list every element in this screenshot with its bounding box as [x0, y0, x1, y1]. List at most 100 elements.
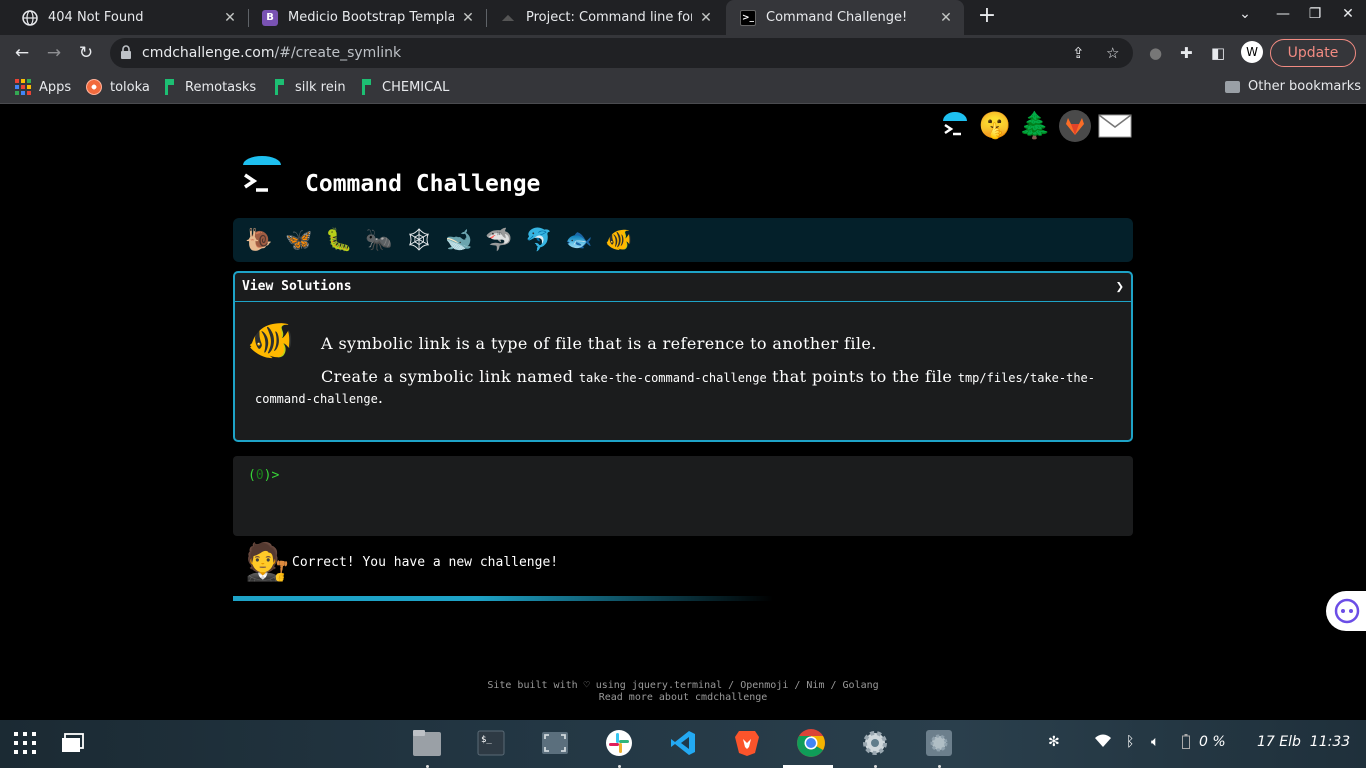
- butterfly-icon[interactable]: 🦋: [279, 224, 319, 256]
- bookmark-apps[interactable]: Apps: [15, 79, 71, 95]
- snail-icon[interactable]: 🐌: [239, 224, 279, 256]
- tab-project[interactable]: ◢◣ Project: Command line for th ✕: [486, 0, 724, 35]
- bookmark-label: silk rein: [295, 79, 346, 95]
- tab-search-icon[interactable]: ⌄: [1235, 6, 1255, 22]
- screenshot-icon[interactable]: [540, 728, 570, 758]
- shushing-face-icon[interactable]: 🤫: [975, 108, 1015, 144]
- volume-icon[interactable]: 🔈︎: [1151, 734, 1159, 750]
- challenge-description: A symbolic link is a type of file that i…: [255, 334, 1115, 422]
- challenge-panel: View Solutions ❯ 🐠 A symbolic link is a …: [233, 271, 1133, 442]
- assistant-widget-icon[interactable]: [1326, 591, 1366, 631]
- browser-toolbar: ← → ↻ cmdchallenge.com/#/create_symlink …: [0, 35, 1366, 71]
- prompt-exit-code: 0: [255, 468, 264, 483]
- svg-text:$_: $_: [481, 735, 492, 745]
- workspaces-icon[interactable]: [58, 728, 88, 758]
- prompt-text: )>: [263, 468, 280, 483]
- text-segment: .: [377, 388, 384, 407]
- url-text[interactable]: cmdchallenge.com/#/create_symlink: [142, 45, 401, 61]
- tab-medicio[interactable]: B Medicio Bootstrap Template ✕: [248, 0, 486, 35]
- mail-icon[interactable]: [1095, 108, 1135, 144]
- spider-web-icon[interactable]: 🕸: [399, 224, 439, 256]
- brave-icon[interactable]: [732, 728, 762, 758]
- lock-icon[interactable]: [120, 45, 134, 61]
- profile-avatar[interactable]: W: [1241, 41, 1263, 63]
- challenge-line-2: Create a symbolic link named take-the-co…: [255, 367, 1115, 409]
- view-solutions-toggle[interactable]: View Solutions ❯: [235, 273, 1131, 302]
- fish-icon[interactable]: 🐟: [559, 224, 599, 256]
- terminal-icon[interactable]: [935, 108, 975, 144]
- bluetooth-icon[interactable]: ᛒ: [1126, 734, 1134, 750]
- puzzle-icon[interactable]: ✚: [1180, 44, 1193, 62]
- terminal-app-icon[interactable]: $_: [476, 728, 506, 758]
- terminal-icon: >_: [740, 9, 756, 26]
- minimize-button[interactable]: —: [1273, 6, 1293, 22]
- result-message: Correct! You have a new challenge!: [292, 554, 559, 570]
- toloka-icon: [86, 79, 102, 95]
- app-grid-icon[interactable]: [10, 728, 40, 758]
- dolphin-icon[interactable]: 🐬: [519, 224, 559, 256]
- slack-tray-icon[interactable]: ✻: [1048, 734, 1060, 750]
- tab-404[interactable]: 404 Not Found ✕: [8, 0, 248, 35]
- new-tab-button[interactable]: +: [975, 4, 999, 30]
- bookmark-toloka[interactable]: toloka: [86, 79, 150, 95]
- star-icon[interactable]: ☆: [1106, 44, 1119, 62]
- site-logo-icon: [240, 155, 285, 200]
- system-settings-icon[interactable]: [924, 728, 954, 758]
- files-icon[interactable]: [412, 728, 442, 758]
- side-panel-icon[interactable]: ◧: [1211, 44, 1225, 62]
- extension-icon[interactable]: ●: [1149, 44, 1162, 62]
- battery-icon[interactable]: [1182, 734, 1190, 753]
- link-name-code: take-the-command-challenge: [578, 371, 767, 385]
- url-path: /#/create_symlink: [274, 45, 402, 61]
- other-bookmarks-label: Other bookmarks: [1248, 79, 1362, 94]
- bookmark-silk-rein[interactable]: silk rein: [275, 79, 346, 95]
- tree-icon[interactable]: 🌲: [1015, 108, 1055, 144]
- close-icon[interactable]: ✕: [222, 10, 238, 26]
- close-icon[interactable]: ✕: [698, 10, 714, 26]
- read-more-link[interactable]: Read more about cmdchallenge: [0, 692, 1366, 704]
- page-content: 🤫 🌲 Command Challenge 🐌 🦋 🐛 🐜 🕸 🐋 🦈 🐬 🐟 …: [0, 105, 1366, 720]
- caterpillar-icon[interactable]: 🐛: [319, 224, 359, 256]
- address-bar[interactable]: cmdchallenge.com/#/create_symlink ⇪ ☆: [110, 38, 1133, 68]
- share-icon[interactable]: ⇪: [1072, 44, 1085, 62]
- tab-title: 404 Not Found: [48, 10, 144, 25]
- tab-title: Project: Command line for th: [526, 10, 692, 25]
- footer: Site built with ♡ using jquery.terminal …: [0, 680, 1366, 704]
- bookmark-chemical[interactable]: CHEMICAL: [362, 79, 449, 95]
- gitlab-icon[interactable]: [1055, 108, 1095, 144]
- close-icon[interactable]: ✕: [938, 10, 954, 26]
- reload-button[interactable]: ↻: [75, 42, 97, 64]
- tab-command-challenge[interactable]: >_ Command Challenge! ✕: [726, 0, 964, 35]
- clock[interactable]: 17 Elb 11:33: [1257, 734, 1350, 750]
- result-area: 🧑‍⚖️ Correct! You have a new challenge!: [245, 541, 558, 583]
- restore-button[interactable]: ❐: [1305, 6, 1325, 22]
- close-icon[interactable]: ✕: [460, 10, 476, 26]
- chrome-icon[interactable]: [796, 728, 826, 758]
- forward-button[interactable]: →: [43, 42, 65, 64]
- text-segment: that points to the file: [766, 367, 958, 386]
- back-button[interactable]: ←: [11, 42, 33, 64]
- settings-gear-icon[interactable]: [860, 728, 890, 758]
- globe-icon: [22, 9, 38, 26]
- terminal-input[interactable]: (0)>: [233, 456, 1133, 536]
- footer-credits: Site built with ♡ using jquery.terminal …: [487, 680, 879, 691]
- apps-grid-icon: [15, 79, 31, 95]
- remotasks-icon: [362, 79, 372, 95]
- shark-icon[interactable]: 🦈: [479, 224, 519, 256]
- close-window-button[interactable]: ✕: [1338, 6, 1358, 22]
- text-segment: Create a symbolic link named: [321, 367, 579, 386]
- other-bookmarks[interactable]: Other bookmarks: [1225, 79, 1361, 94]
- tropical-fish-icon[interactable]: 🐠: [599, 224, 639, 256]
- ant-icon[interactable]: 🐜: [359, 224, 399, 256]
- whale-icon[interactable]: 🐋: [439, 224, 479, 256]
- level-selector: 🐌 🦋 🐛 🐜 🕸 🐋 🦈 🐬 🐟 🐠: [233, 218, 1133, 262]
- bookmark-remotasks[interactable]: Remotasks: [165, 79, 256, 95]
- github-icon: ◢◣: [501, 13, 515, 22]
- folder-icon: [1225, 80, 1240, 93]
- wifi-icon[interactable]: [1095, 734, 1111, 751]
- tab-title: Command Challenge!: [766, 10, 908, 25]
- top-links: 🤫 🌲: [935, 108, 1135, 144]
- update-button[interactable]: Update: [1270, 39, 1356, 67]
- vscode-icon[interactable]: [668, 728, 698, 758]
- slack-icon[interactable]: [604, 728, 634, 758]
